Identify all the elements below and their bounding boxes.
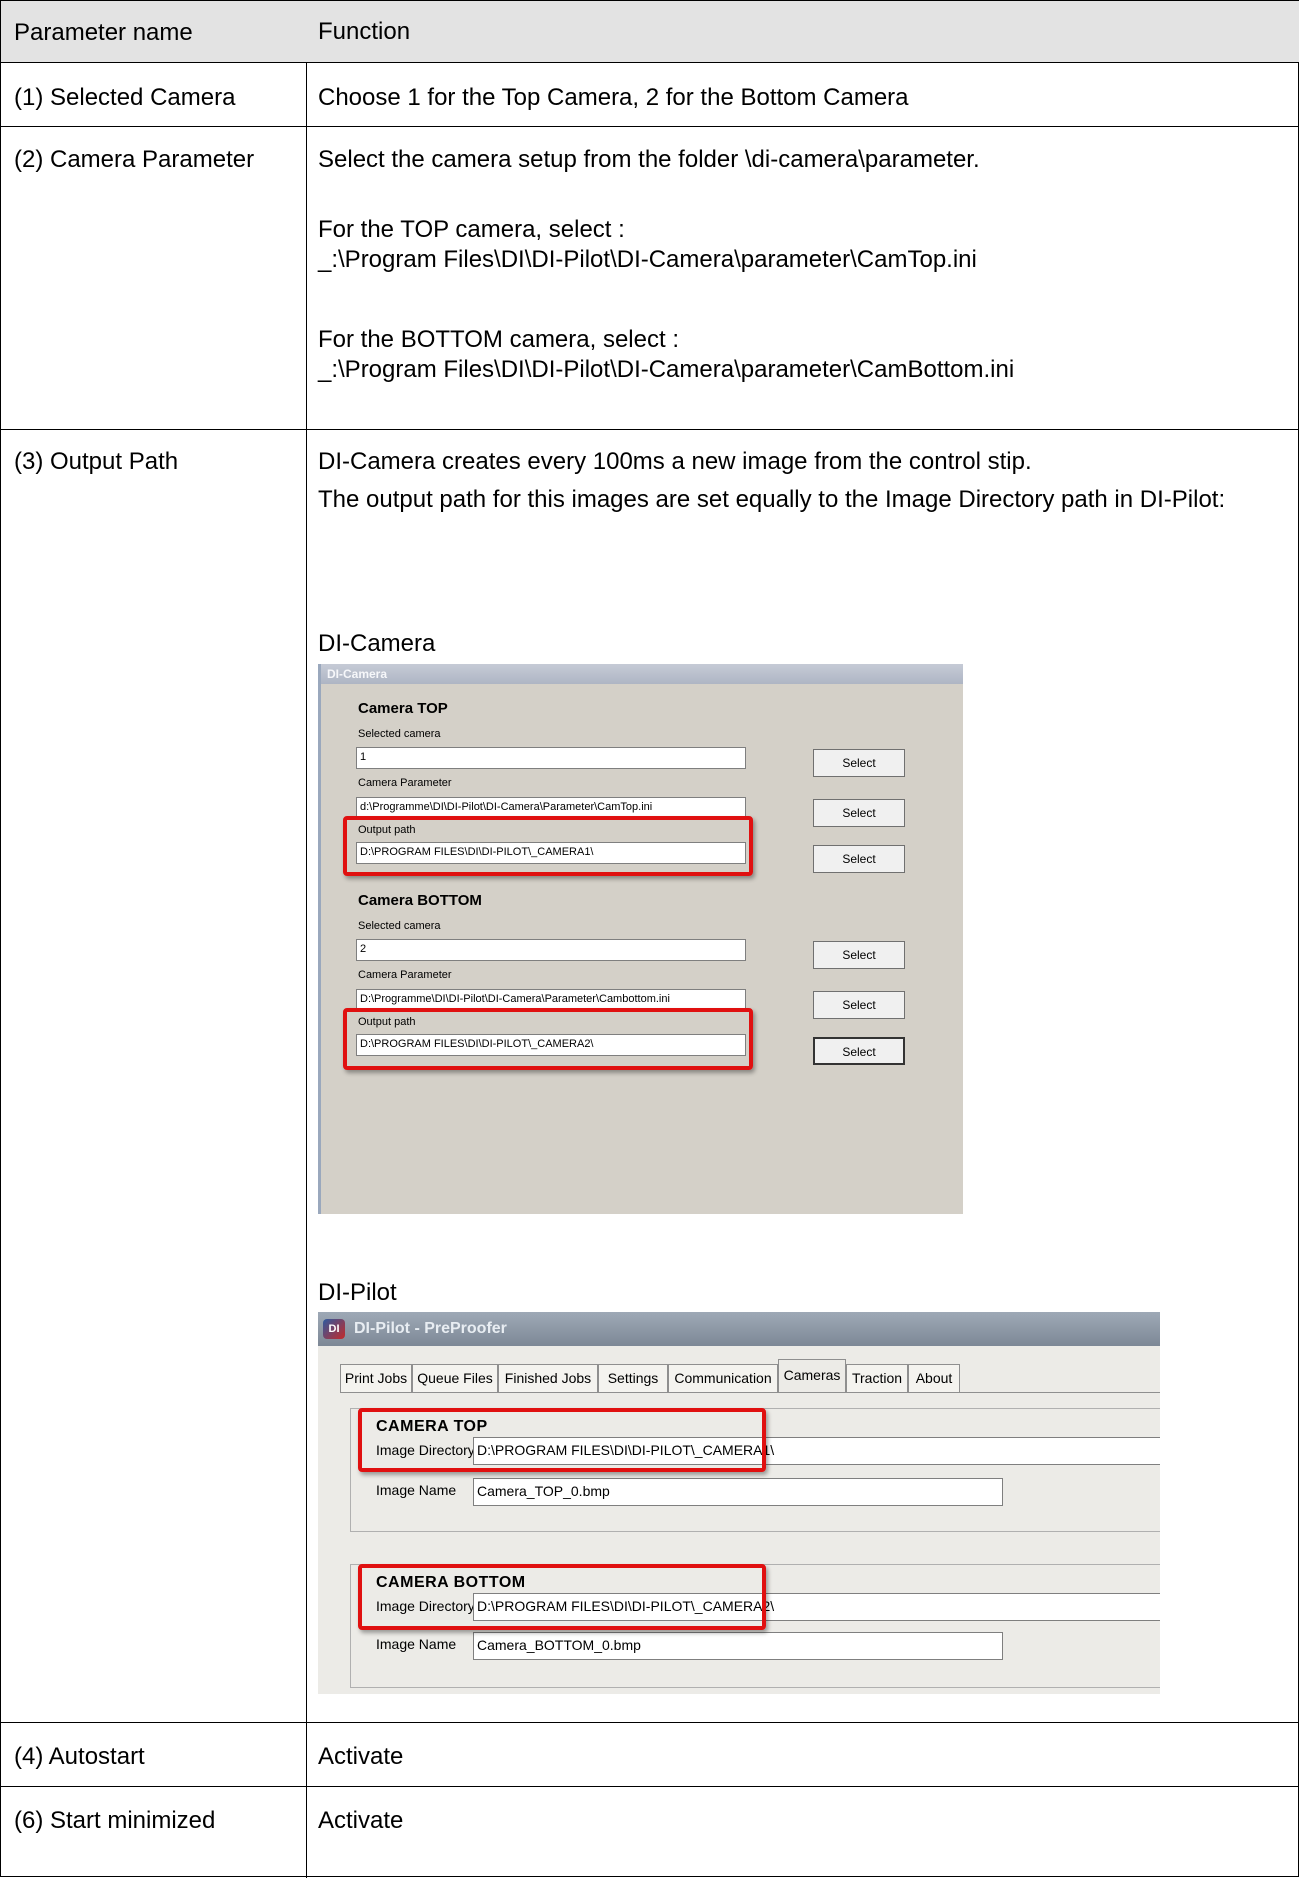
caption-di-pilot: DI-Pilot <box>318 1279 397 1306</box>
tab-queue-files[interactable]: Queue Files <box>412 1364 498 1392</box>
bottom-selected-camera-select-button[interactable]: Select <box>813 941 905 969</box>
row-function: Activate <box>318 1807 404 1834</box>
di-camera-title: DI-Camera <box>327 667 388 681</box>
row-function: Choose 1 for the Top Camera, 2 for the B… <box>318 84 909 111</box>
selected-camera-label: Selected camera <box>358 920 441 932</box>
top-image-name-input[interactable]: Camera_TOP_0.bmp <box>473 1478 1003 1506</box>
bottom-image-name-input[interactable]: Camera_BOTTOM_0.bmp <box>473 1632 1003 1660</box>
row-function: For the BOTTOM camera, select : <box>318 326 679 353</box>
row-name: (4) Autostart <box>14 1743 145 1770</box>
di-camera-screenshot: DI-Camera Camera TOP Selected camera 1 S… <box>318 664 963 1214</box>
caption-di-camera: DI-Camera <box>318 630 436 657</box>
tab-finished-jobs[interactable]: Finished Jobs <box>498 1364 598 1392</box>
image-name-label: Image Name <box>376 1636 457 1652</box>
highlight-box <box>343 816 753 876</box>
tab-cameras[interactable]: Cameras <box>778 1359 846 1393</box>
di-camera-titlebar: DI-Camera <box>321 664 963 684</box>
di-pilot-app-icon: DI <box>323 1319 345 1339</box>
row-function: For the TOP camera, select : <box>318 216 625 243</box>
tab-settings[interactable]: Settings <box>598 1364 668 1392</box>
highlight-box <box>358 1564 766 1630</box>
row-name: (1) Selected Camera <box>14 84 236 111</box>
selected-camera-label: Selected camera <box>358 728 441 740</box>
row-name: (3) Output Path <box>14 448 179 475</box>
image-name-label: Image Name <box>376 1482 457 1498</box>
di-pilot-title: DI-Pilot - PreProofer <box>354 1320 507 1337</box>
bottom-selected-camera-input[interactable]: 2 <box>356 939 746 961</box>
row-function: DI-Camera creates every 100ms a new imag… <box>318 448 1032 475</box>
tab-about[interactable]: About <box>908 1364 960 1392</box>
highlight-box <box>358 1408 766 1472</box>
tab-panel-border <box>340 1392 1160 1393</box>
bottom-camera-parameter-select-button[interactable]: Select <box>813 991 905 1019</box>
di-pilot-screenshot: DI DI-Pilot - PreProofer Print Jobs Queu… <box>318 1312 1160 1694</box>
top-output-path-select-button[interactable]: Select <box>813 845 905 873</box>
row-function: Activate <box>318 1743 404 1770</box>
header-function: Function <box>318 18 411 45</box>
top-selected-camera-input[interactable]: 1 <box>356 747 746 769</box>
row-function: _:\Program Files\DI\DI-Pilot\DI-Camera\p… <box>318 246 977 273</box>
di-pilot-titlebar: DI DI-Pilot - PreProofer <box>318 1312 1160 1346</box>
row-function: The output path for this images are set … <box>318 486 1226 513</box>
row-function: Select the camera setup from the folder … <box>318 146 980 173</box>
camera-parameter-label: Camera Parameter <box>358 777 452 789</box>
header-parameter-name: Parameter name <box>14 19 193 46</box>
top-camera-parameter-select-button[interactable]: Select <box>813 799 905 827</box>
camera-parameter-label: Camera Parameter <box>358 969 452 981</box>
camera-top-header: Camera TOP <box>358 700 448 717</box>
tab-communication[interactable]: Communication <box>668 1364 778 1392</box>
row-name: (2) Camera Parameter <box>14 146 255 173</box>
camera-bottom-header: Camera BOTTOM <box>358 892 482 909</box>
parameter-table: Parameter name Function (1) Selected Cam… <box>0 0 1300 1878</box>
row-name: (6) Start minimized <box>14 1807 216 1834</box>
tab-print-jobs[interactable]: Print Jobs <box>340 1364 412 1392</box>
tab-traction[interactable]: Traction <box>846 1364 908 1392</box>
top-selected-camera-select-button[interactable]: Select <box>813 749 905 777</box>
row-function: _:\Program Files\DI\DI-Pilot\DI-Camera\p… <box>318 356 1015 383</box>
highlight-box <box>343 1008 753 1070</box>
bottom-output-path-select-button[interactable]: Select <box>813 1037 905 1065</box>
